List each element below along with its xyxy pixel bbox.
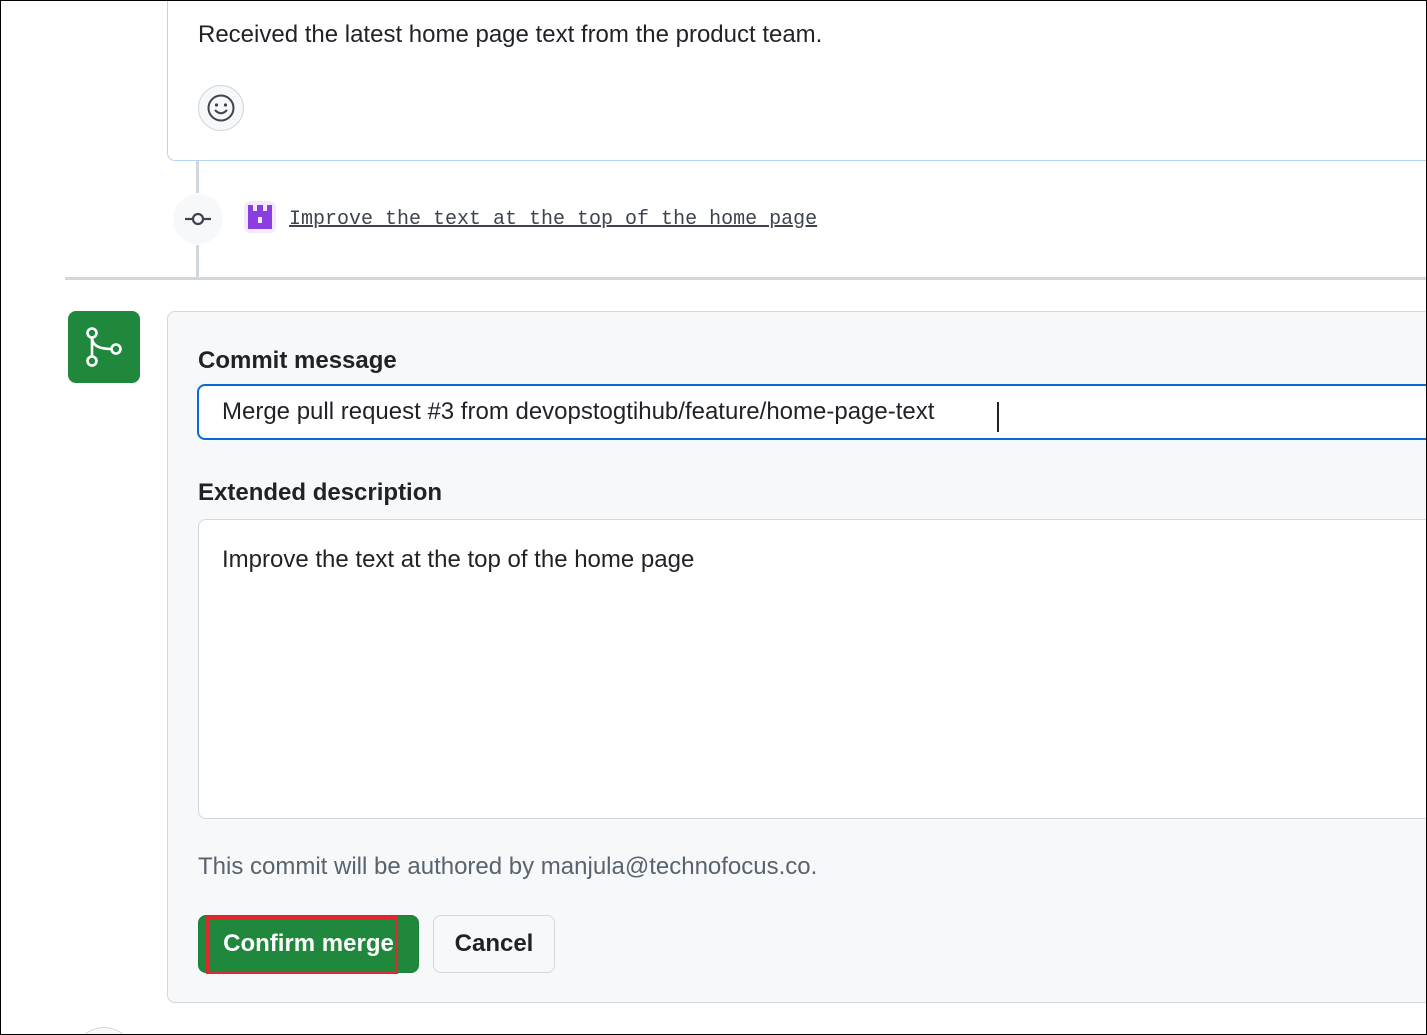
author-note: This commit will be authored by manjula@… [198,853,818,880]
add-reaction-button[interactable] [198,85,244,131]
timeline-line-top [196,159,199,193]
identicon-avatar[interactable] [244,201,276,233]
smiley-icon [207,94,235,122]
confirm-merge-button[interactable]: Confirm merge [198,915,419,973]
cancel-button[interactable]: Cancel [433,915,555,973]
commit-message-link[interactable]: Improve the text at the top of the home … [289,208,817,231]
commit-message-input[interactable] [197,384,1426,440]
extended-description-textarea[interactable] [198,519,1426,819]
merge-status-badge [68,311,140,383]
section-divider [65,277,1426,280]
commit-message-label: Commit message [198,347,397,374]
next-timeline-badge [81,1027,127,1034]
text-caret [997,402,999,432]
git-commit-icon [185,212,211,226]
extended-description-label: Extended description [198,479,443,506]
timeline-line-bottom [196,245,199,277]
comment-body: Received the latest home page text from … [198,21,823,48]
page-frame: Received the latest home page text from … [0,0,1427,1035]
commit-badge [173,194,223,244]
git-merge-icon [86,327,122,367]
